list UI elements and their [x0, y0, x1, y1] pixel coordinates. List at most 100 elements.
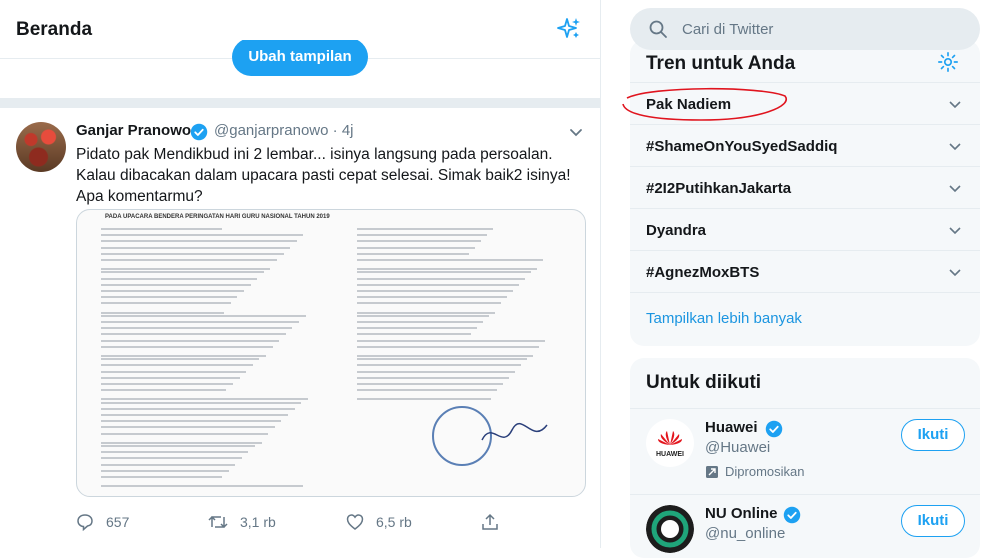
document-text-line — [357, 314, 489, 317]
share-button[interactable] — [481, 513, 511, 531]
document-text-line — [357, 259, 543, 261]
document-text-line — [101, 457, 242, 460]
tweet[interactable]: Ganjar Pranowo @ganjarpranowo · 4j Pidat… — [0, 108, 600, 548]
document-text-line — [101, 234, 304, 237]
document-text-line — [101, 311, 225, 314]
follow-title: Untuk diikuti — [646, 372, 762, 393]
document-text-line — [101, 296, 238, 299]
huawei-logo: HUAWEI — [646, 419, 694, 467]
who-to-follow-panel: Untuk diikuti HUAWEI Huawei @Huawei Dipr… — [630, 358, 980, 558]
document-text-line — [101, 283, 251, 286]
follow-button[interactable]: Ikuti — [901, 419, 965, 451]
follow-account-huawei[interactable]: HUAWEI Huawei @Huawei Dipromosikan Ikuti — [630, 408, 980, 495]
document-text-line — [101, 398, 308, 401]
document-text-line — [101, 271, 264, 274]
document-text-line — [101, 321, 299, 323]
trend-item[interactable]: #ShameOnYouSyedSaddiq — [630, 124, 980, 167]
document-text-line — [357, 345, 539, 348]
document-text-line — [357, 327, 477, 330]
ubah-banner: Ubah tampilan — [0, 40, 600, 98]
svg-text:HUAWEI: HUAWEI — [656, 451, 684, 458]
document-text-line — [101, 463, 236, 466]
main-timeline: Beranda Ubah tampilan Ganjar Pranowo @ga… — [0, 0, 601, 548]
document-text-line — [101, 370, 247, 373]
document-text-line — [357, 364, 521, 367]
avatar[interactable] — [16, 122, 66, 172]
tweet-author-handle[interactable]: @ganjarpranowo · 4j — [214, 122, 354, 139]
document-text-line — [101, 364, 253, 367]
heart-icon — [346, 514, 364, 530]
like-count: 6,5 rb — [376, 514, 412, 530]
gear-icon[interactable] — [937, 51, 959, 73]
document-text-line — [357, 376, 509, 379]
reply-count: 657 — [106, 514, 130, 530]
document-text-line — [101, 420, 282, 423]
retweet-icon — [208, 515, 228, 529]
retweet-button[interactable]: 3,1 rb — [208, 513, 276, 531]
document-text-line — [101, 414, 288, 416]
document-text-line — [101, 268, 271, 271]
trend-item[interactable]: #2I2PutihkanJakarta — [630, 166, 980, 209]
share-icon — [482, 513, 498, 530]
trend-label: Dyandra — [646, 222, 707, 239]
follow-button[interactable]: Ikuti — [901, 505, 965, 537]
search-input[interactable]: Cari di Twitter — [630, 8, 980, 50]
trend-item[interactable]: #AgnezMoxBTS — [630, 250, 980, 293]
tweet-actions: 657 3,1 rb 6,5 rb — [0, 513, 600, 537]
document-text-line — [357, 252, 469, 255]
document-text-line — [357, 321, 483, 323]
document-text-line — [101, 407, 295, 410]
chevron-down-icon[interactable] — [948, 223, 962, 237]
chevron-down-icon[interactable] — [948, 139, 962, 153]
ubah-tampilan-button[interactable]: Ubah tampilan — [232, 40, 368, 76]
document-text-line — [101, 246, 291, 249]
document-text-line — [101, 469, 229, 472]
trend-label: #AgnezMoxBTS — [646, 264, 760, 281]
document-text-line — [101, 277, 258, 280]
search-placeholder: Cari di Twitter — [682, 21, 774, 38]
chevron-down-icon[interactable] — [948, 181, 962, 195]
sidebar: Tren untuk Anda Pak Nadiem #ShameOnYouSy… — [601, 0, 989, 558]
document-text-line — [101, 389, 227, 392]
sparkle-icon[interactable] — [556, 16, 582, 42]
chevron-down-icon[interactable] — [948, 265, 962, 279]
document-text-line — [101, 345, 273, 348]
document-text-line — [101, 240, 297, 243]
reply-button[interactable]: 657 — [76, 513, 129, 531]
chevron-down-icon[interactable] — [948, 97, 962, 111]
document-text-line — [357, 296, 507, 299]
show-more-link[interactable]: Tampilkan lebih banyak — [646, 310, 802, 327]
tweet-author-name[interactable]: Ganjar Pranowo — [76, 122, 191, 139]
divider — [0, 98, 600, 108]
document-text-line — [357, 240, 481, 243]
document-text-line — [357, 355, 533, 357]
document-text-line — [357, 333, 471, 336]
document-text-line — [357, 228, 493, 230]
document-text-line — [357, 383, 503, 385]
document-text-line — [101, 290, 244, 292]
trend-label: #ShameOnYouSyedSaddiq — [646, 138, 838, 155]
document-text-line — [101, 358, 260, 361]
trend-label: #2I2PutihkanJakarta — [646, 180, 792, 197]
document-text-line — [357, 234, 487, 237]
document-text-line — [357, 290, 513, 292]
trend-item[interactable]: Dyandra — [630, 208, 980, 251]
document-text-line — [101, 327, 293, 330]
document-text-line — [357, 246, 475, 249]
document-text-line — [101, 339, 280, 342]
account-name: NU Online — [705, 505, 778, 522]
document-text-line — [101, 401, 302, 404]
document-header: PADA UPACARA BENDERA PERINGATAN HARI GUR… — [105, 214, 330, 220]
document-text-line — [101, 333, 286, 336]
like-button[interactable]: 6,5 rb — [346, 513, 412, 531]
follow-account-nu-online[interactable]: NU Online @nu_online Ikuti — [630, 494, 980, 558]
tweet-image-document[interactable]: PADA UPACARA BENDERA PERINGATAN HARI GUR… — [76, 209, 586, 497]
document-text-line — [101, 314, 306, 317]
account-handle: @Huawei — [705, 439, 771, 456]
document-text-line — [357, 311, 495, 314]
chevron-down-icon[interactable] — [568, 124, 584, 140]
search-icon — [649, 20, 667, 38]
document-text-line — [101, 441, 262, 444]
page-title: Beranda — [16, 19, 93, 40]
document-text-line — [101, 476, 222, 478]
